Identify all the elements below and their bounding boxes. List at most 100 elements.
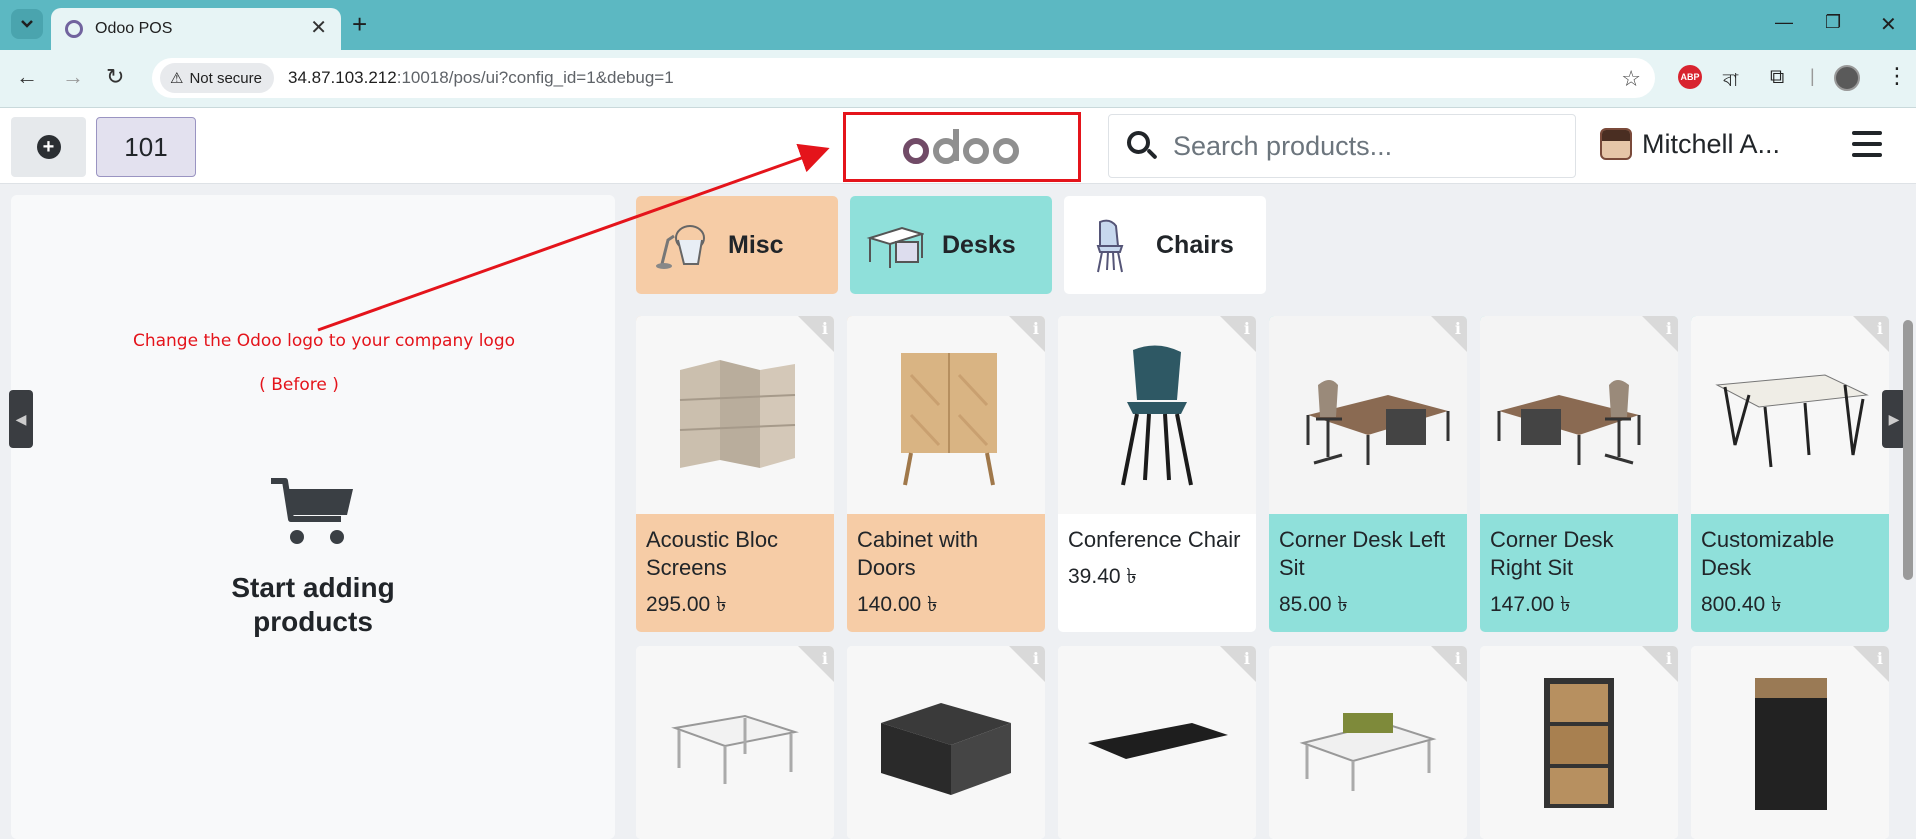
product-card[interactable]: i	[636, 646, 834, 839]
product-card[interactable]: i	[1058, 646, 1256, 839]
product-name: Corner Desk Right Sit	[1490, 527, 1614, 580]
warning-icon: ⚠	[170, 70, 184, 87]
chevron-down-icon	[21, 20, 33, 28]
info-icon[interactable]: i	[1033, 649, 1039, 668]
not-secure-label: Not secure	[189, 69, 262, 87]
product-card[interactable]: i	[847, 646, 1045, 839]
product-card[interactable]: i Acoustic Bloc Screens 295.00 ৳	[636, 316, 834, 632]
info-icon[interactable]: i	[822, 649, 828, 668]
adblock-extension-icon[interactable]: ABP	[1678, 65, 1702, 89]
product-card[interactable]: i Corner Desk Right Sit 147.00 ৳	[1480, 316, 1678, 632]
address-bar[interactable]: ⚠ Not secure 34.87.103.212:10018/pos/ui?…	[152, 58, 1655, 98]
info-corner[interactable]	[798, 646, 834, 682]
info-corner[interactable]	[1220, 316, 1256, 352]
scrollbar-thumb[interactable]	[1903, 320, 1913, 580]
info-icon[interactable]: i	[1877, 319, 1883, 338]
info-icon[interactable]: i	[1666, 649, 1672, 668]
product-info: Conference Chair 39.40 ৳	[1058, 514, 1256, 632]
search-input[interactable]	[1173, 130, 1553, 162]
site-info-chip[interactable]: ⚠ Not secure	[160, 63, 274, 93]
info-icon[interactable]: i	[1244, 319, 1250, 338]
back-icon[interactable]: ←	[16, 64, 38, 90]
product-info: Corner Desk Right Sit 147.00 ৳	[1480, 514, 1678, 632]
product-image: i	[1058, 646, 1256, 839]
info-corner[interactable]	[1009, 646, 1045, 682]
forward-icon[interactable]: →	[62, 64, 84, 90]
bangla-extension-icon[interactable]: বা	[1723, 66, 1738, 97]
product-price: 147.00 ৳	[1490, 593, 1571, 616]
info-corner[interactable]	[798, 316, 834, 352]
order-tab-button[interactable]: 101	[96, 117, 196, 177]
info-icon[interactable]: i	[1877, 649, 1883, 668]
cabinet-image	[901, 353, 997, 486]
info-icon[interactable]: i	[1244, 649, 1250, 668]
odoo-logo	[843, 112, 1081, 182]
reload-icon[interactable]: ↻	[106, 64, 124, 90]
browser-tab[interactable]: Odoo POS ✕	[51, 8, 341, 50]
product-card[interactable]: i Customizable Desk 800.40 ৳	[1691, 316, 1889, 632]
new-tab-icon[interactable]: +	[352, 11, 367, 37]
info-icon[interactable]: i	[1666, 319, 1672, 338]
info-corner[interactable]	[1853, 316, 1889, 352]
product-image: i	[1480, 316, 1678, 514]
close-window-icon[interactable]: ✕	[1880, 12, 1897, 37]
minimize-icon[interactable]: —	[1775, 12, 1793, 33]
info-corner[interactable]	[1853, 646, 1889, 682]
browser-menu-icon[interactable]: ⋮	[1886, 63, 1908, 89]
product-image: i	[847, 316, 1045, 514]
hamburger-menu-icon[interactable]	[1852, 131, 1882, 157]
product-card[interactable]: i	[1691, 646, 1889, 839]
desk-organizer-image	[881, 702, 1011, 795]
category-desks[interactable]: Desks	[850, 196, 1052, 294]
user-avatar	[1600, 128, 1632, 160]
category-label: Desks	[942, 230, 1016, 259]
close-tab-icon[interactable]: ✕	[310, 18, 327, 38]
lamp-basket-icon	[656, 225, 705, 269]
empty-cart-line1: Start adding	[231, 572, 395, 603]
restore-icon[interactable]: ❐	[1825, 12, 1841, 33]
product-card[interactable]: i Conference Chair 39.40 ৳	[1058, 316, 1256, 632]
product-name: Conference Chair	[1068, 527, 1241, 552]
info-corner[interactable]	[1009, 316, 1045, 352]
category-misc[interactable]: Misc	[636, 196, 838, 294]
conference-chair-image	[1121, 345, 1193, 486]
product-card[interactable]: i Cabinet with Doors 140.00 ৳	[847, 316, 1045, 632]
shopping-cart-icon	[271, 478, 353, 544]
browser-profile-avatar[interactable]	[1834, 65, 1860, 91]
desk-frame-image	[671, 714, 799, 784]
info-corner[interactable]	[1431, 316, 1467, 352]
info-icon[interactable]: i	[1455, 649, 1461, 668]
product-card[interactable]: i Corner Desk Left Sit 85.00 ৳	[1269, 316, 1467, 632]
acoustic-screens-image	[679, 360, 796, 468]
info-icon[interactable]: i	[822, 319, 828, 338]
tab-title: Odoo POS	[95, 20, 173, 37]
product-card[interactable]: i	[1480, 646, 1678, 839]
toolbar-divider: |	[1810, 66, 1815, 86]
user-menu[interactable]: Mitchell A...	[1600, 128, 1780, 160]
url-text[interactable]: 34.87.103.212:10018/pos/ui?config_id=1&d…	[288, 68, 674, 88]
product-card[interactable]: i	[1269, 646, 1467, 839]
corner-desk-left-image	[1306, 380, 1450, 465]
category-chairs[interactable]: Chairs	[1064, 196, 1266, 294]
collapse-left-arrow-icon[interactable]: ◀	[9, 390, 33, 448]
info-corner[interactable]	[1642, 646, 1678, 682]
info-icon[interactable]: i	[1033, 319, 1039, 338]
new-order-button[interactable]: +	[11, 117, 86, 177]
product-info: Customizable Desk 800.40 ৳	[1691, 514, 1889, 632]
product-name: Acoustic Bloc Screens	[646, 527, 779, 580]
product-image: i	[1269, 646, 1467, 839]
product-price: 140.00 ৳	[857, 593, 938, 616]
browser-tab-bar: Odoo POS ✕ + — ❐ ✕	[0, 0, 1916, 50]
info-icon[interactable]: i	[1455, 319, 1461, 338]
product-search[interactable]	[1108, 114, 1576, 178]
info-corner[interactable]	[1220, 646, 1256, 682]
odoo-favicon-icon	[65, 20, 83, 38]
info-corner[interactable]	[1431, 646, 1467, 682]
extensions-puzzle-icon[interactable]: ⧉	[1770, 66, 1784, 89]
customizable-desk-image	[1715, 374, 1869, 468]
tab-search-button[interactable]	[11, 9, 43, 39]
bookmark-star-icon[interactable]: ☆	[1621, 66, 1641, 92]
info-corner[interactable]	[1642, 316, 1678, 352]
empty-cart-line2: products	[253, 606, 373, 637]
drawer-cabinet-image	[1544, 677, 1614, 808]
